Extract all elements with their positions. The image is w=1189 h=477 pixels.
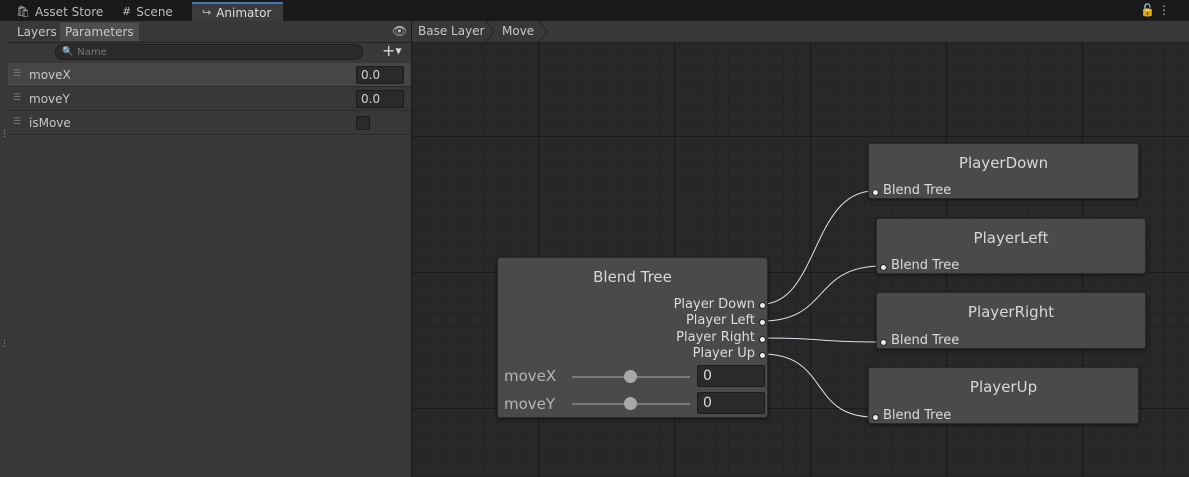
blend-param-value-input[interactable] bbox=[697, 365, 765, 387]
motion-node-player-up[interactable]: PlayerUp Blend Tree bbox=[868, 367, 1139, 424]
more-options-icon[interactable]: ⋮ bbox=[1158, 3, 1170, 17]
plus-icon: + bbox=[382, 41, 396, 60]
motion-node-player-right[interactable]: PlayerRight Blend Tree bbox=[876, 292, 1146, 349]
drag-handle-icon[interactable]: ☰ bbox=[13, 69, 21, 79]
input-port-icon[interactable] bbox=[880, 339, 887, 346]
lock-icon[interactable]: 🔓 bbox=[1140, 3, 1155, 17]
output-label: Player Left bbox=[685, 313, 755, 328]
panel-tabs: Layers Parameters 👁 bbox=[8, 21, 411, 43]
slider-thumb[interactable] bbox=[624, 397, 637, 410]
input-port-icon[interactable] bbox=[880, 264, 887, 271]
parameter-value-input[interactable] bbox=[356, 90, 404, 108]
breadcrumb: Base Layer Move bbox=[412, 21, 1189, 43]
port-label: Blend Tree bbox=[891, 258, 960, 273]
search-icon: 🔍 bbox=[62, 47, 74, 57]
output-label: Player Right bbox=[676, 330, 755, 345]
breadcrumb-item-base-layer[interactable]: Base Layer bbox=[418, 24, 485, 38]
input-port-icon[interactable] bbox=[872, 189, 879, 196]
blend-param-label: moveY bbox=[504, 395, 556, 413]
blend-param-label: moveX bbox=[504, 367, 557, 385]
node-title: PlayerLeft bbox=[973, 229, 1049, 247]
animator-icon: ↪ bbox=[202, 6, 212, 19]
input-port-icon[interactable] bbox=[872, 414, 879, 421]
parameter-value-input[interactable] bbox=[356, 66, 404, 84]
blend-tree-node[interactable]: Blend Tree Player Down Player Left Playe… bbox=[497, 257, 768, 418]
motion-node-player-left[interactable]: PlayerLeft Blend Tree bbox=[876, 218, 1146, 274]
tab-label: Animator bbox=[216, 5, 272, 20]
parameter-bool-checkbox[interactable] bbox=[356, 116, 370, 130]
node-title: PlayerDown bbox=[958, 154, 1049, 172]
tab-parameters[interactable]: Parameters bbox=[60, 23, 139, 41]
breadcrumb-separator-icon bbox=[485, 21, 495, 42]
breadcrumb-item-move[interactable]: Move bbox=[502, 24, 534, 38]
tab-layers[interactable]: Layers bbox=[12, 23, 62, 41]
port-label: Blend Tree bbox=[883, 183, 952, 198]
parameter-name: isMove bbox=[29, 116, 71, 130]
add-parameter-button[interactable]: +▼ bbox=[382, 42, 402, 61]
parameter-row[interactable]: ☰ isMove bbox=[8, 111, 411, 135]
parameter-name: moveY bbox=[29, 92, 70, 106]
output-port-icon[interactable] bbox=[759, 352, 766, 359]
drag-handle-icon[interactable]: ☰ bbox=[13, 93, 21, 103]
editor-tab-bar: 🛍 Asset Store # Scene ↪ Animator 🔓 ⋮ bbox=[0, 0, 1189, 22]
port-label: Blend Tree bbox=[883, 408, 952, 423]
parameter-row[interactable]: ☰ moveX bbox=[8, 63, 411, 87]
dropdown-arrow-icon: ▼ bbox=[395, 46, 402, 56]
search-input[interactable] bbox=[73, 46, 342, 58]
blend-param-value-input[interactable] bbox=[697, 392, 765, 414]
node-title: Blend Tree bbox=[593, 268, 672, 286]
tab-label: Asset Store bbox=[34, 4, 104, 19]
output-port-icon[interactable] bbox=[759, 302, 766, 309]
tab-label: Scene bbox=[136, 4, 173, 19]
port-label: Blend Tree bbox=[891, 333, 960, 348]
parameter-name: moveX bbox=[29, 68, 71, 82]
node-title: PlayerUp bbox=[969, 378, 1038, 396]
parameters-panel: Layers Parameters 👁 🔍 +▼ ☰ moveX ☰ moveY… bbox=[8, 21, 412, 477]
breadcrumb-separator-icon bbox=[538, 21, 548, 42]
tab-animator[interactable]: ↪ Animator bbox=[192, 2, 283, 21]
node-title: PlayerRight bbox=[967, 303, 1055, 321]
eye-icon[interactable]: 👁 bbox=[392, 24, 407, 38]
drag-handle-icon[interactable]: ☰ bbox=[13, 117, 21, 127]
output-label: Player Up bbox=[692, 346, 755, 361]
shopping-bag-icon: 🛍 bbox=[16, 5, 30, 18]
slider-thumb[interactable] bbox=[624, 370, 637, 383]
parameter-search[interactable]: 🔍 bbox=[55, 44, 363, 60]
tab-scene[interactable]: # Scene bbox=[112, 2, 183, 21]
motion-node-player-down[interactable]: PlayerDown Blend Tree bbox=[868, 143, 1139, 199]
tab-asset-store[interactable]: 🛍 Asset Store bbox=[6, 2, 113, 21]
grid-icon: # bbox=[122, 5, 132, 18]
output-label: Player Down bbox=[673, 297, 755, 312]
output-port-icon[interactable] bbox=[759, 336, 766, 343]
output-port-icon[interactable] bbox=[759, 319, 766, 326]
parameter-row[interactable]: ☰ moveY bbox=[8, 87, 411, 111]
